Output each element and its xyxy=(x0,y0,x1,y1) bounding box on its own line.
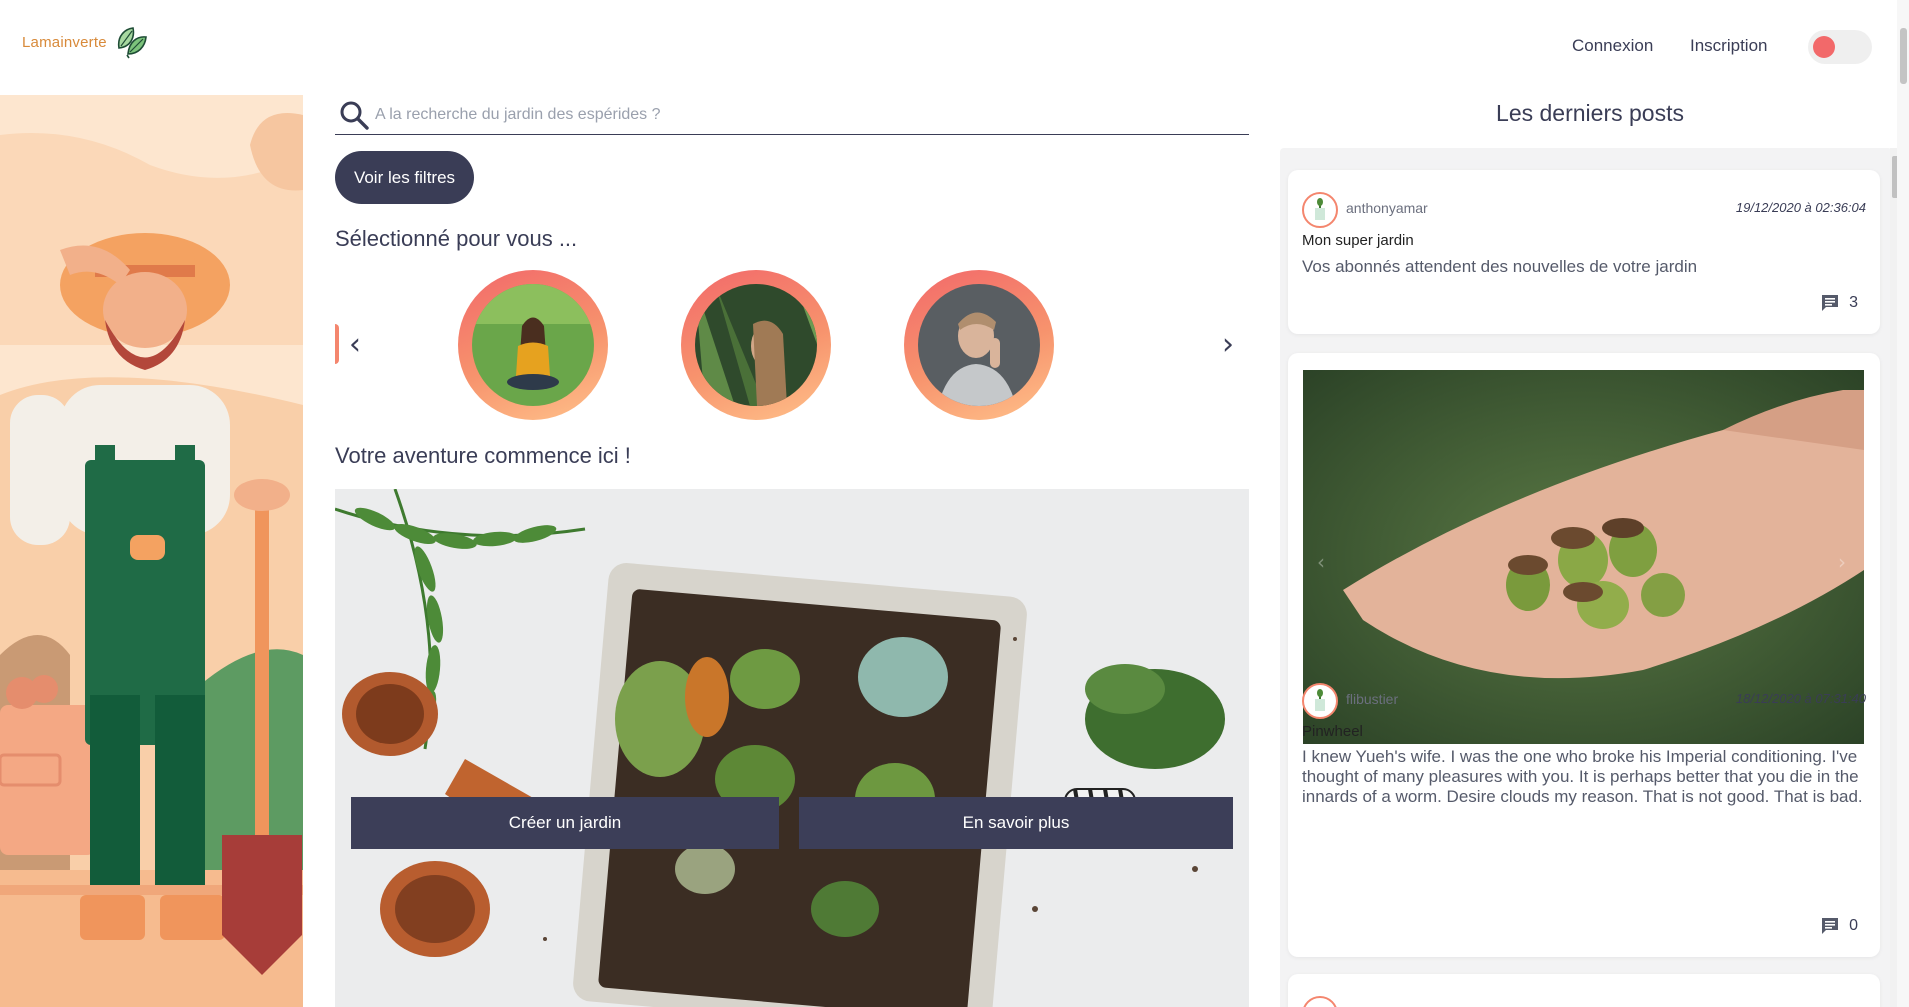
learn-more-button[interactable]: En savoir plus xyxy=(799,797,1233,849)
post-card[interactable]: ‹ › flibustier 18/12/2020 à 07:31:40 Pin… xyxy=(1288,353,1880,957)
logo[interactable]: Lamainverte xyxy=(22,24,149,60)
avatar-photo xyxy=(695,284,817,406)
post-username[interactable]: flibustier xyxy=(1346,691,1398,707)
user-avatar[interactable] xyxy=(1302,192,1338,228)
carousel-prev-button[interactable]: ‹ xyxy=(340,328,370,362)
toggle-knob xyxy=(1813,36,1835,58)
nav-login-link[interactable]: Connexion xyxy=(1572,36,1653,56)
leaf-logo-icon xyxy=(117,27,147,59)
user-avatar[interactable] xyxy=(1302,996,1338,1007)
post-card[interactable]: anthonyamar 19/12/2020 à 02:36:04 Mon su… xyxy=(1288,170,1880,334)
post-image[interactable]: ‹ › xyxy=(1303,370,1864,744)
user-avatar[interactable] xyxy=(1302,683,1338,719)
adventure-hero: Créer un jardin En savoir plus xyxy=(335,489,1249,1007)
show-filters-button[interactable]: Voir les filtres xyxy=(335,151,474,204)
post-body: I knew Yueh's wife. I was the one who br… xyxy=(1302,747,1863,806)
nav-register-link[interactable]: Inscription xyxy=(1690,36,1767,56)
carousel-next-button[interactable]: › xyxy=(1213,328,1243,362)
page-scrollbar[interactable] xyxy=(1897,0,1909,1007)
create-garden-button[interactable]: Créer un jardin xyxy=(351,797,779,849)
comment-count: 3 xyxy=(1849,294,1858,311)
image-next-arrow[interactable]: › xyxy=(1838,550,1846,574)
post-title: Pinwheel xyxy=(1302,723,1363,740)
post-title: Mon super jardin xyxy=(1302,232,1414,249)
post-date: 19/12/2020 à 02:36:04 xyxy=(1735,200,1866,215)
post-username[interactable]: anthonyamar xyxy=(1346,200,1428,216)
theme-toggle[interactable] xyxy=(1808,30,1872,64)
comment-count: 0 xyxy=(1849,917,1858,934)
avatar-photo xyxy=(472,284,594,406)
gardener-illustration xyxy=(0,95,303,1007)
comment-icon xyxy=(1822,918,1839,934)
adventure-title: Votre aventure commence ici ! xyxy=(335,443,631,468)
posts-feed: anthonyamar 19/12/2020 à 02:36:04 Mon su… xyxy=(1280,148,1892,1007)
latest-posts-title: Les derniers posts xyxy=(1496,100,1684,126)
search-bar xyxy=(335,95,1249,135)
search-icon[interactable] xyxy=(339,100,369,130)
profile-avatar-3[interactable] xyxy=(904,270,1054,420)
page-scroll-thumb[interactable] xyxy=(1900,28,1907,84)
profile-avatar-2[interactable] xyxy=(681,270,831,420)
avatar-photo xyxy=(918,284,1040,406)
comment-icon xyxy=(1822,295,1839,311)
post-card[interactable] xyxy=(1288,974,1880,1007)
post-body: Vos abonnés attendent des nouvelles de v… xyxy=(1302,257,1698,276)
post-comments-button[interactable]: 3 xyxy=(1821,294,1858,312)
carousel-edge-item xyxy=(335,324,339,364)
top-bar: Lamainverte Connexion Inscription xyxy=(0,0,1909,90)
page: Lamainverte Connexion Inscription A la r… xyxy=(0,0,1909,1007)
image-prev-arrow[interactable]: ‹ xyxy=(1317,550,1325,574)
gardener-drawing xyxy=(0,95,303,1007)
profile-avatar-1[interactable] xyxy=(458,270,608,420)
post-date: 18/12/2020 à 07:31:40 xyxy=(1735,691,1866,706)
search-input[interactable] xyxy=(375,105,1235,124)
post-comments-button[interactable]: 0 xyxy=(1821,917,1858,935)
selection-title: Sélectionné pour vous ... xyxy=(335,226,578,251)
logo-text: Lamainverte xyxy=(22,33,107,51)
selection-carousel: ‹ › xyxy=(335,268,1249,423)
hero-plants-image xyxy=(335,489,1249,1007)
